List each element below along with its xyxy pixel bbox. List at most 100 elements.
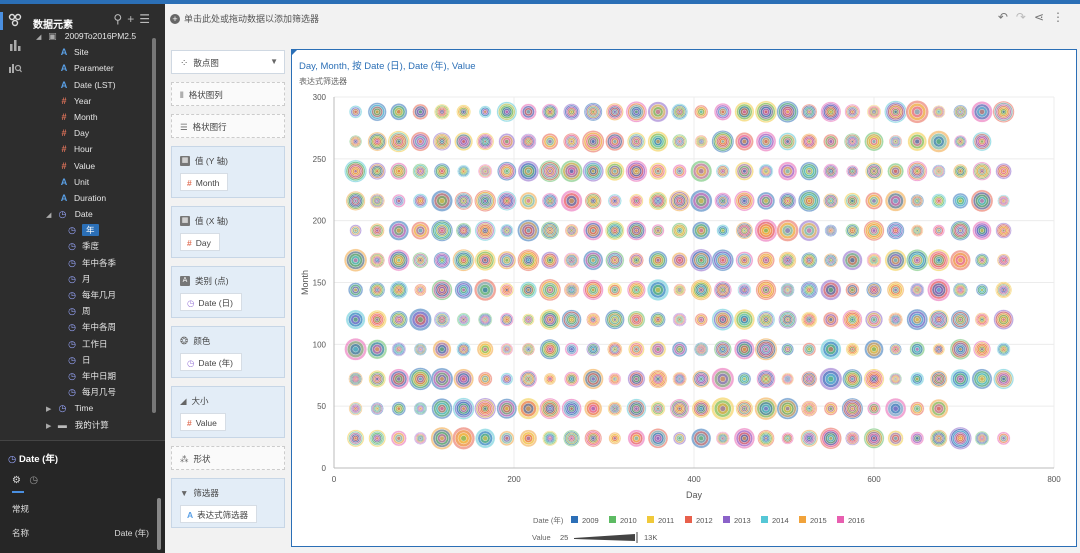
data-point[interactable] [786,258,790,262]
data-point[interactable] [871,198,877,204]
data-point[interactable] [980,169,984,173]
data-point[interactable] [612,317,617,322]
data-point[interactable] [569,406,574,411]
data-point[interactable] [1001,377,1006,381]
data-point[interactable] [892,198,899,204]
data-point[interactable] [806,227,813,234]
data-point[interactable] [958,436,963,441]
data-point[interactable] [591,139,596,144]
data-point[interactable] [548,377,552,381]
data-point[interactable] [915,406,920,411]
data-point[interactable] [850,287,855,292]
date-child-item[interactable]: ◷ 工作日 [30,336,155,352]
data-point[interactable] [613,110,617,114]
data-point[interactable] [569,377,574,381]
field-item[interactable]: # Value [30,158,155,174]
data-point[interactable] [656,377,660,381]
data-point[interactable] [548,317,552,322]
data-point[interactable] [461,258,466,263]
data-point[interactable] [785,199,790,203]
data-point[interactable] [548,169,552,173]
data-point[interactable] [505,318,509,322]
field-item[interactable]: # Year [30,93,155,109]
data-point[interactable] [527,348,530,351]
data-point[interactable] [699,406,703,411]
data-point[interactable] [462,347,465,351]
data-point[interactable] [483,318,487,321]
data-point[interactable] [591,288,596,292]
data-point[interactable] [872,288,876,292]
data-point[interactable] [850,377,855,381]
data-point[interactable] [893,168,898,174]
data-point[interactable] [871,139,877,144]
data-point[interactable] [677,347,682,352]
data-point[interactable] [914,317,920,322]
data-point[interactable] [721,169,725,173]
data-point[interactable] [375,169,379,173]
data-point[interactable] [396,109,402,115]
data-point[interactable] [461,406,466,411]
date-child-item[interactable]: ◷ 年中各季 [30,255,155,271]
data-point[interactable] [526,377,530,381]
field-item[interactable]: A Unit [30,174,155,190]
data-point[interactable] [699,288,703,292]
x-axis-shelf[interactable]: ▦ 值 (X 轴) # Day [171,206,285,258]
data-point[interactable] [375,317,379,322]
name-value[interactable]: Date (年) [115,527,149,539]
data-point[interactable] [613,258,617,263]
data-point[interactable] [375,436,379,440]
data-point[interactable] [353,199,358,203]
data-point[interactable] [655,436,661,441]
data-point[interactable] [699,317,704,322]
data-point[interactable] [548,347,552,352]
data-point[interactable] [894,140,897,143]
data-point[interactable] [1002,199,1005,203]
data-point[interactable] [547,139,553,144]
data-point[interactable] [937,199,941,203]
data-point[interactable] [634,228,639,233]
data-point[interactable] [417,228,423,234]
data-point[interactable] [526,435,531,441]
data-point[interactable] [655,347,661,352]
date-child-item[interactable]: ◷ 每月几号 [30,384,155,400]
data-point[interactable] [719,375,726,382]
data-point[interactable] [828,406,833,411]
data-point[interactable] [525,405,532,412]
filter-shelf[interactable]: ▼ 筛选器 A 表达式筛选器 [171,478,285,528]
data-point[interactable] [915,229,919,232]
data-point[interactable] [440,318,444,321]
data-point[interactable] [807,347,812,352]
data-point[interactable] [483,199,487,203]
data-point[interactable] [656,199,660,203]
data-point[interactable] [785,109,790,114]
data-point[interactable] [655,139,661,144]
data-point[interactable] [741,139,747,145]
data-point[interactable] [613,199,617,203]
data-point[interactable] [677,228,682,233]
data-point[interactable] [958,169,963,173]
data-point[interactable] [483,406,487,411]
data-point[interactable] [570,110,574,114]
data-point[interactable] [851,140,854,143]
menu-icon[interactable]: ☰ [139,12,155,26]
data-point[interactable] [591,347,595,351]
data-point[interactable] [353,228,358,233]
data-point[interactable] [958,317,963,322]
data-point[interactable] [397,348,401,351]
data-point[interactable] [482,286,489,293]
data-point[interactable] [872,258,876,262]
data-point[interactable] [914,108,921,115]
date-day-pill[interactable]: ◷ Date (日) [180,293,242,311]
data-point[interactable] [570,139,574,144]
data-point[interactable] [850,406,855,411]
data-point[interactable] [483,258,488,263]
chart-type-selector[interactable]: ⁘ 散点图 ▼ [171,50,285,74]
data-point[interactable] [396,199,401,203]
data-point[interactable] [613,436,617,441]
data-point[interactable] [720,317,725,322]
data-point[interactable] [375,228,379,233]
data-point[interactable] [785,139,790,144]
data-point[interactable] [764,258,768,263]
data-point[interactable] [914,138,920,145]
data-point[interactable] [677,258,682,263]
